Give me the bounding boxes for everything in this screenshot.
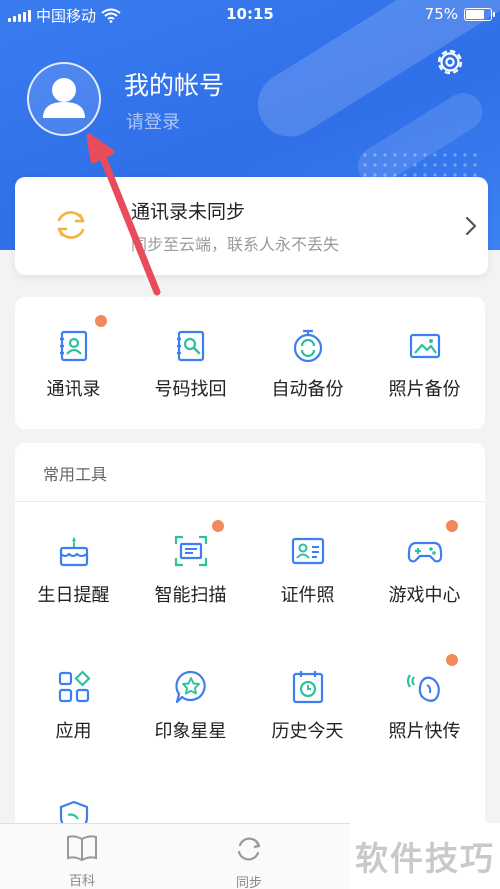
tools-card: 常用工具 生日提醒 智能扫描 证件照 游戏中心 应用 印象星星 历史今天 照片快… xyxy=(15,443,485,843)
watermark-text: 软件技巧 xyxy=(350,823,500,889)
chevron-right-icon[interactable] xyxy=(461,215,481,237)
tool-game-center[interactable]: 游戏中心 xyxy=(366,533,483,607)
notification-badge xyxy=(212,520,224,532)
scan-icon xyxy=(174,535,207,567)
tool-birthday-reminder[interactable]: 生日提醒 xyxy=(15,533,132,607)
photo-backup-icon xyxy=(409,333,440,359)
contacts-icon xyxy=(59,330,87,362)
tool-history-today[interactable]: 历史今天 xyxy=(249,669,366,743)
notification-badge xyxy=(446,520,458,532)
tool-apps[interactable]: 应用 xyxy=(15,669,132,743)
divider xyxy=(15,501,485,502)
login-link[interactable]: 请登录 xyxy=(126,108,180,134)
battery-percent: 75% xyxy=(424,5,458,23)
tool-label: 照片快传 xyxy=(388,721,461,742)
tool-smart-scan[interactable]: 智能扫描 xyxy=(132,533,249,607)
id-card-icon xyxy=(291,537,324,565)
notification-badge xyxy=(446,654,458,666)
feature-contacts[interactable]: 通讯录 xyxy=(15,329,132,401)
battery-icon xyxy=(464,7,495,21)
avatar[interactable] xyxy=(27,62,101,136)
auto-backup-icon xyxy=(293,329,322,363)
tool-label: 历史今天 xyxy=(271,721,344,742)
feature-photo-backup[interactable]: 照片备份 xyxy=(366,329,483,401)
feature-label: 号码找回 xyxy=(154,379,227,400)
feature-auto-backup[interactable]: 自动备份 xyxy=(249,329,366,401)
birthday-cake-icon xyxy=(59,537,88,567)
sync-card[interactable]: 通讯录未同步 同步至云端，联系人永不丢失 xyxy=(15,177,488,275)
tool-label: 生日提醒 xyxy=(37,585,110,606)
number-recovery-icon xyxy=(176,330,204,362)
gamepad-icon xyxy=(407,541,442,563)
battery-level xyxy=(466,9,484,19)
sync-refresh-icon xyxy=(57,211,85,239)
tool-label: 证件照 xyxy=(280,585,335,606)
sync-icon xyxy=(237,837,261,861)
user-avatar-icon xyxy=(43,78,85,118)
notification-badge xyxy=(95,315,107,327)
feature-number-recovery[interactable]: 号码找回 xyxy=(132,329,249,401)
tab-encyclopedia[interactable]: 百科 xyxy=(52,834,112,889)
tool-photo-transfer[interactable]: 照片快传 xyxy=(366,669,483,743)
star-bubble-icon xyxy=(174,670,206,704)
account-title[interactable]: 我的帐号 xyxy=(124,66,224,102)
sync-subtitle: 同步至云端，联系人永不丢失 xyxy=(131,235,340,254)
tool-label: 应用 xyxy=(55,721,92,742)
section-title: 常用工具 xyxy=(43,465,108,484)
book-icon xyxy=(67,835,97,862)
feature-label: 通讯录 xyxy=(46,379,101,400)
tab-label: 同步 xyxy=(235,876,262,889)
tool-impression-star[interactable]: 印象星星 xyxy=(132,669,249,743)
sync-title: 通讯录未同步 xyxy=(131,201,246,223)
status-bar: 中国移动 10:15 75% xyxy=(0,0,500,30)
tool-label: 智能扫描 xyxy=(154,585,227,606)
tab-sync[interactable]: 同步 xyxy=(219,834,279,889)
apps-grid-icon xyxy=(58,670,91,703)
tool-label: 印象星星 xyxy=(154,721,227,742)
header-dot-pattern xyxy=(360,150,480,180)
feature-card: 通讯录 号码找回 自动备份 照片备份 xyxy=(15,297,485,429)
feature-label: 照片备份 xyxy=(388,379,461,400)
history-calendar-icon xyxy=(292,671,323,704)
tool-label: 游戏中心 xyxy=(388,585,461,606)
bottom-tab-bar: 百科 同步 xyxy=(0,823,350,889)
gear-icon[interactable] xyxy=(432,44,468,80)
feature-label: 自动备份 xyxy=(271,379,344,400)
photo-transfer-icon xyxy=(406,674,440,702)
tab-label: 百科 xyxy=(68,874,95,889)
tool-id-photo[interactable]: 证件照 xyxy=(249,533,366,607)
